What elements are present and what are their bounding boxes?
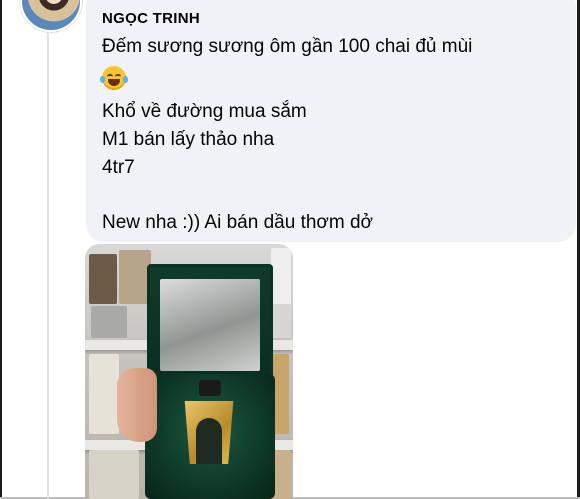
comment-author[interactable]: NGỌC TRINH xyxy=(102,10,200,27)
laughing-emoji-icon xyxy=(100,66,128,90)
comment-line-2: Khổ về đường mua sắm xyxy=(102,101,307,122)
comment-line-4: 4tr7 xyxy=(102,157,135,178)
comment-line-1: Đếm sương sương ôm gần 100 chai đủ mùi xyxy=(102,36,473,57)
window-border-left xyxy=(0,0,2,499)
attached-photo-perfume[interactable] xyxy=(85,244,293,499)
thread-connector-line xyxy=(47,26,49,499)
avatar[interactable] xyxy=(20,0,82,32)
comment-line-5: New nha :)) Ai bán dầu thơm dở xyxy=(102,212,374,233)
comment-line-3: M1 bán lấy thảo nha xyxy=(102,129,275,150)
